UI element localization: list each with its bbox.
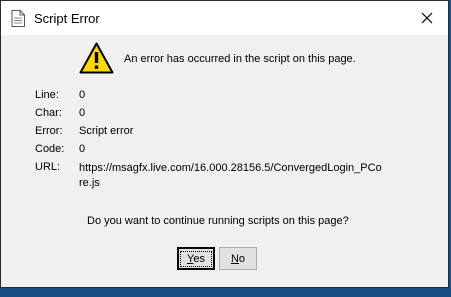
- char-label: Char:: [35, 107, 62, 119]
- error-label: Error:: [35, 125, 63, 137]
- error-message: An error has occurred in the script on t…: [124, 53, 356, 65]
- line-value: 0: [79, 89, 86, 101]
- yes-button-label: Yes: [180, 250, 212, 267]
- close-icon: [421, 12, 433, 24]
- title-bar[interactable]: Script Error: [1, 1, 448, 35]
- code-label: Code:: [35, 143, 65, 155]
- close-button[interactable]: [414, 7, 440, 29]
- yes-button[interactable]: Yes: [177, 247, 215, 270]
- script-error-dialog: Script Error An error has occurred in th…: [0, 0, 449, 288]
- warning-icon: [79, 42, 114, 74]
- error-value: Script error: [79, 125, 134, 137]
- url-value: https://msagfx.live.com/16.000.28156.5/C…: [79, 162, 382, 189]
- no-button[interactable]: No: [219, 247, 257, 270]
- line-label: Line:: [35, 89, 59, 101]
- document-icon: [11, 10, 25, 27]
- code-value: 0: [79, 143, 86, 155]
- dialog-title: Script Error: [34, 11, 100, 26]
- continue-question: Do you want to continue running scripts …: [87, 215, 349, 227]
- char-value: 0: [79, 107, 86, 119]
- url-label: URL:: [35, 161, 61, 173]
- no-button-label: No: [230, 252, 246, 265]
